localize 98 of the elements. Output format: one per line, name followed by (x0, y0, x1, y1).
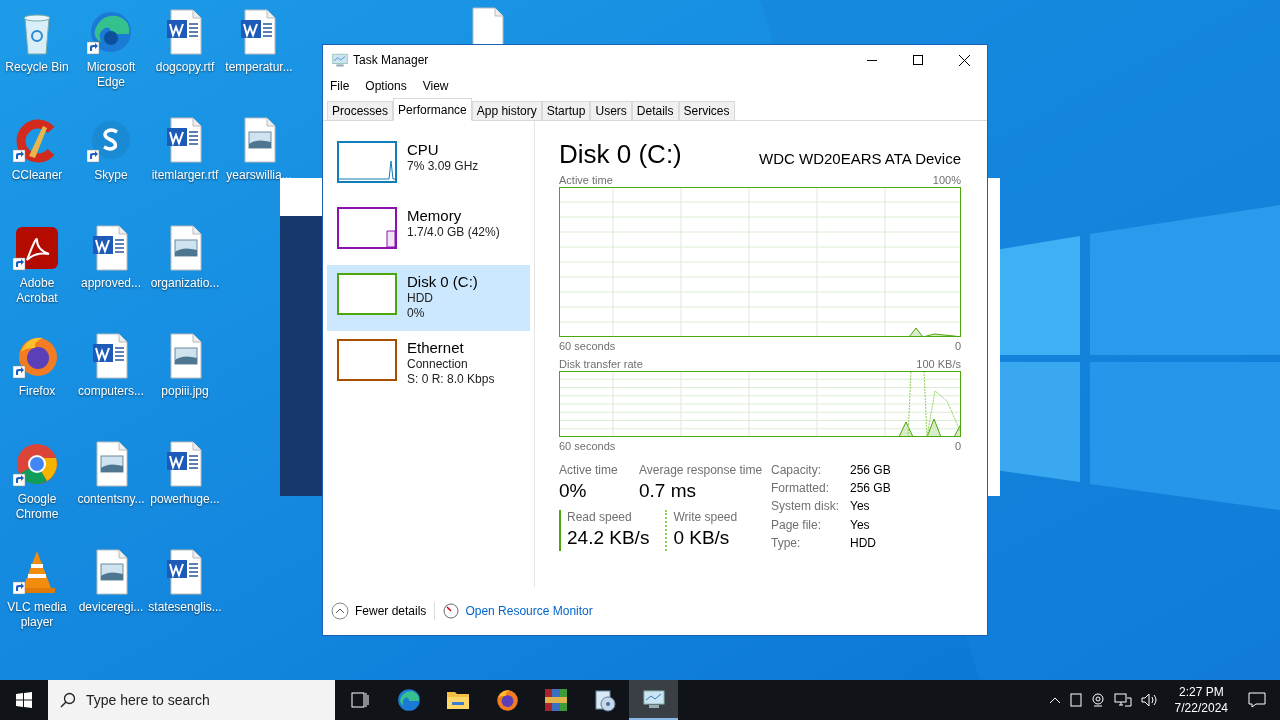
property-value: 256 GB (850, 463, 891, 479)
chart-min: 0 (954, 439, 961, 453)
desktop-icon-label[interactable]: computers... (73, 384, 149, 399)
tab[interactable]: App history (471, 101, 542, 121)
maximize-icon (913, 55, 923, 65)
desktop-icon-label[interactable]: temperatur... (221, 60, 297, 75)
windows-logo-icon (16, 692, 32, 708)
search-icon (60, 692, 76, 708)
network-icon[interactable] (1113, 693, 1132, 707)
property-value: HDD (850, 535, 877, 551)
resource-detail: HDD (407, 291, 434, 306)
desktop-icon-label[interactable]: deviceregi... (73, 600, 149, 615)
resource-item[interactable]: CPU 7% 3.09 GHz (327, 133, 530, 199)
chart-span: 60 seconds (559, 339, 616, 353)
resource-detail: S: 0 R: 8.0 Kbps (407, 372, 495, 387)
taskbar-button[interactable] (629, 680, 678, 720)
property-value: Yes (850, 499, 871, 515)
edge-icon (395, 687, 422, 713)
desktop-icon-label[interactable]: powerhuge... (147, 492, 223, 507)
disk-title: Disk 0 (C:) (559, 139, 682, 169)
resource-detail: 7% 3.09 GHz (407, 159, 479, 174)
stat-value: 0% (559, 479, 588, 503)
desktop-icon-label[interactable]: popiii.jpg (147, 384, 223, 399)
desktop-icon-label[interactable]: Skype (73, 168, 149, 183)
desktop-icon-label[interactable]: dogcopy.rtf (147, 60, 223, 75)
tab[interactable]: Details (631, 101, 679, 121)
resource-detail: 1.7/4.0 GB (42%) (407, 225, 500, 240)
fewer-details-button[interactable]: Fewer details (331, 602, 436, 620)
device-name: WDC WD20EARS ATA Device (759, 149, 961, 169)
books-icon (542, 687, 569, 713)
desktop-icon-label[interactable]: VLC media player (0, 600, 75, 630)
resource-item[interactable]: Disk 0 (C:) HDD 0% (327, 265, 530, 331)
desktop-icon-label[interactable]: contentsny... (73, 492, 149, 507)
stat-label: Active time (559, 463, 619, 478)
resource-name: Ethernet (407, 339, 465, 357)
property-label: System disk: (771, 499, 840, 515)
speed-value: 0 KB/s (673, 526, 731, 550)
chart-max: 100% (932, 173, 961, 187)
desktop-icon-label[interactable]: organizatio... (147, 276, 223, 291)
property-value: 256 GB (850, 481, 891, 497)
speed-label: Write speed (673, 510, 738, 525)
chart-label: Active time (559, 173, 613, 187)
desktop-icon-label[interactable]: Firefox (0, 384, 75, 399)
desktop-icon-label[interactable]: itemlarger.rtf (147, 168, 223, 183)
resource-monitor-link[interactable]: Open Resource Monitor (465, 602, 593, 620)
chart-max: 100 KB/s (916, 357, 961, 371)
tab[interactable]: Services (678, 101, 735, 121)
tab[interactable]: Startup (541, 101, 591, 121)
window-title: Task Manager (353, 52, 429, 69)
chevron-up-icon (331, 602, 349, 620)
search-field[interactable]: Type here to search (48, 680, 335, 720)
stat-value: 0.7 ms (639, 479, 698, 503)
speed-value: 24.2 KB/s (567, 526, 650, 550)
desktop-icon-label[interactable]: Microsoft Edge (73, 60, 149, 90)
task-manager-icon (331, 52, 349, 68)
chart-min: 0 (954, 339, 961, 353)
chevron-up-icon[interactable] (1048, 696, 1061, 704)
desktop-icon-label[interactable]: approved... (73, 276, 149, 291)
property-value: Yes (850, 517, 871, 533)
desktop-icon-label[interactable]: CCleaner (0, 168, 75, 183)
task-manager-icon (641, 688, 666, 710)
clock-date[interactable]: 7/22/2024 (1174, 700, 1228, 716)
property-label: Type: (771, 535, 802, 551)
close-icon (958, 54, 970, 66)
message-icon (1248, 692, 1266, 708)
speaker-icon[interactable] (1140, 693, 1159, 707)
stat-label: Average response time (639, 463, 763, 478)
desktop-icon-label[interactable]: Google Chrome (0, 492, 75, 522)
webcam-icon[interactable] (1090, 693, 1105, 707)
desktop-icon-label[interactable]: yearswillia... (221, 168, 297, 183)
tab[interactable]: Processes (327, 101, 394, 121)
menu-item[interactable]: Options (362, 77, 410, 95)
resource-item[interactable]: Memory 1.7/4.0 GB (42%) (327, 199, 530, 265)
tab[interactable]: Users (590, 101, 632, 121)
desktop-icon-label[interactable]: Recycle Bin (0, 60, 75, 75)
resource-name: Disk 0 (C:) (407, 273, 478, 291)
property-label: Page file: (771, 517, 823, 533)
resource-item[interactable]: Ethernet Connection S: 0 R: 8.0 Kbps (327, 331, 530, 397)
gauge-icon (443, 603, 460, 619)
desktop-icon-label[interactable]: statesenglis... (147, 600, 223, 615)
tablet-icon[interactable] (1069, 693, 1082, 707)
resource-name: CPU (407, 141, 440, 159)
resource-name: Memory (407, 207, 463, 225)
clock-time[interactable]: 2:27 PM (1178, 684, 1224, 700)
folder-icon (445, 689, 470, 711)
resource-detail: 0% (407, 306, 426, 321)
menu-item[interactable]: View (419, 77, 452, 95)
minimize-icon (867, 59, 877, 61)
resource-detail: Connection (407, 357, 469, 372)
task-view-icon (349, 690, 370, 710)
menu-item[interactable]: File (327, 77, 353, 95)
speed-label: Read speed (567, 510, 633, 525)
property-label: Capacity: (771, 463, 823, 479)
chart-label: Disk transfer rate (559, 357, 643, 371)
desktop-icon-label[interactable]: Adobe Acrobat (0, 276, 75, 306)
property-label: Formatted: (771, 481, 831, 497)
tab[interactable]: Performance (393, 98, 472, 121)
chart-span: 60 seconds (559, 439, 616, 453)
